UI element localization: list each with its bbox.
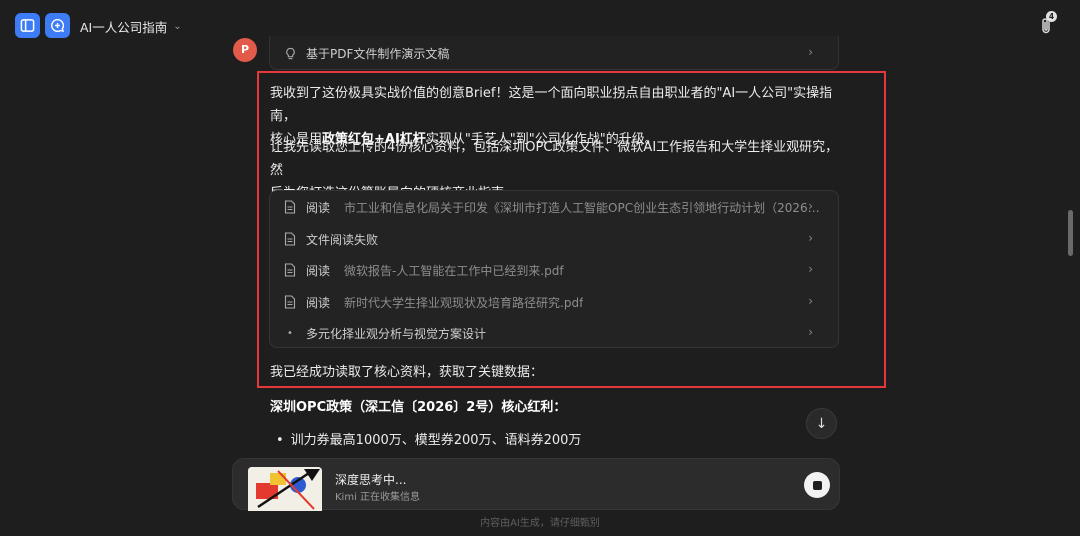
step-verb: 阅读: [306, 200, 331, 215]
step-row[interactable]: 阅读 市工业和信息化局关于印发《深圳市打造人工智能OPC创业生态引领地行动计划（…: [282, 191, 827, 223]
conversation-title[interactable]: AI一人公司指南 ⌄: [80, 17, 182, 36]
chevron-right-icon: ›: [808, 294, 813, 308]
step-row[interactable]: • 多元化择业观分析与视觉方案设计 ›: [282, 317, 827, 349]
policy-heading: 深圳OPC政策（深工信〔2026〕2号）核心红利：: [270, 400, 567, 415]
step-file: 新时代大学生择业观现状及培育路径研究.pdf: [344, 295, 584, 310]
stop-generation-button[interactable]: [804, 472, 830, 498]
paragraph-line: 我收到了这份极具实战价值的创意Brief！这是一个面向职业拐点自由职业者的"AI…: [270, 86, 833, 124]
document-icon: [282, 231, 298, 247]
step-row[interactable]: 文件阅读失败 ›: [282, 223, 827, 255]
arrow-down-icon: ↓: [815, 415, 828, 432]
step-verb: 多元化择业观分析与视觉方案设计: [306, 326, 487, 341]
disclaimer-note: 内容由AI生成，请仔细甄别: [480, 518, 600, 529]
message-paragraph-3: 我已经成功读取了核心资料，获取了关键数据：: [270, 365, 544, 380]
new-chat-icon: [51, 18, 65, 33]
paragraph-line: 让我先读取您上传的4份核心资料，包括深圳OPC政策文件、微软AI工作报告和大学生…: [270, 140, 839, 178]
tool-steps-card: 阅读 市工业和信息化局关于印发《深圳市打造人工智能OPC创业生态引领地行动计划（…: [269, 190, 839, 348]
thinking-subtitle: Kimi 正在收集信息: [335, 492, 421, 503]
document-icon: [282, 199, 298, 215]
preview-thumbnail: [248, 467, 322, 511]
step-row[interactable]: 阅读 微软报告-人工智能在工作中已经到来.pdf ›: [282, 254, 827, 286]
new-chat-button[interactable]: [45, 13, 70, 38]
chevron-right-icon: ›: [808, 45, 813, 59]
avatar: P: [233, 38, 257, 62]
sidebar-icon: [20, 19, 35, 32]
step-verb: 阅读: [306, 263, 331, 278]
chevron-right-icon: ›: [808, 262, 813, 276]
document-icon: [282, 262, 298, 278]
step-file: 市工业和信息化局关于印发《深圳市打造人工智能OPC创业生态引领地行动计划（202…: [344, 200, 825, 215]
chevron-right-icon: ›: [808, 231, 813, 245]
step-label: 基于PDF文件制作演示文稿: [306, 46, 450, 61]
step-verb: 阅读: [306, 295, 331, 310]
scrollbar-thumb[interactable]: [1068, 210, 1073, 256]
lightbulb-icon: [282, 45, 298, 61]
step-row[interactable]: 阅读 新时代大学生择业观现状及培育路径研究.pdf ›: [282, 286, 827, 318]
step-file: 微软报告-人工智能在工作中已经到来.pdf: [344, 263, 564, 278]
list-item: 训力券最高1000万、模型券200万、语料券200万: [276, 429, 582, 448]
step-verb: 文件阅读失败: [306, 232, 379, 247]
thinking-status-card: 深度思考中... Kimi 正在收集信息: [232, 458, 840, 511]
attachment-count-badge: 4: [1046, 11, 1057, 22]
stop-icon: [812, 480, 822, 490]
scroll-to-bottom-button[interactable]: ↓: [806, 408, 837, 439]
chevron-right-icon: ›: [808, 325, 813, 339]
bullet-dot-icon: •: [287, 327, 293, 339]
previous-step-card: 基于PDF文件制作演示文稿 ›: [269, 36, 839, 70]
step-row-top[interactable]: 基于PDF文件制作演示文稿 ›: [282, 37, 827, 69]
chevron-down-icon: ⌄: [173, 21, 182, 32]
conversation-title-text: AI一人公司指南: [80, 20, 168, 35]
document-icon: [282, 294, 298, 310]
sidebar-toggle-button[interactable]: [15, 13, 40, 38]
thinking-title: 深度思考中...: [335, 473, 407, 487]
chevron-right-icon: ›: [808, 199, 813, 213]
